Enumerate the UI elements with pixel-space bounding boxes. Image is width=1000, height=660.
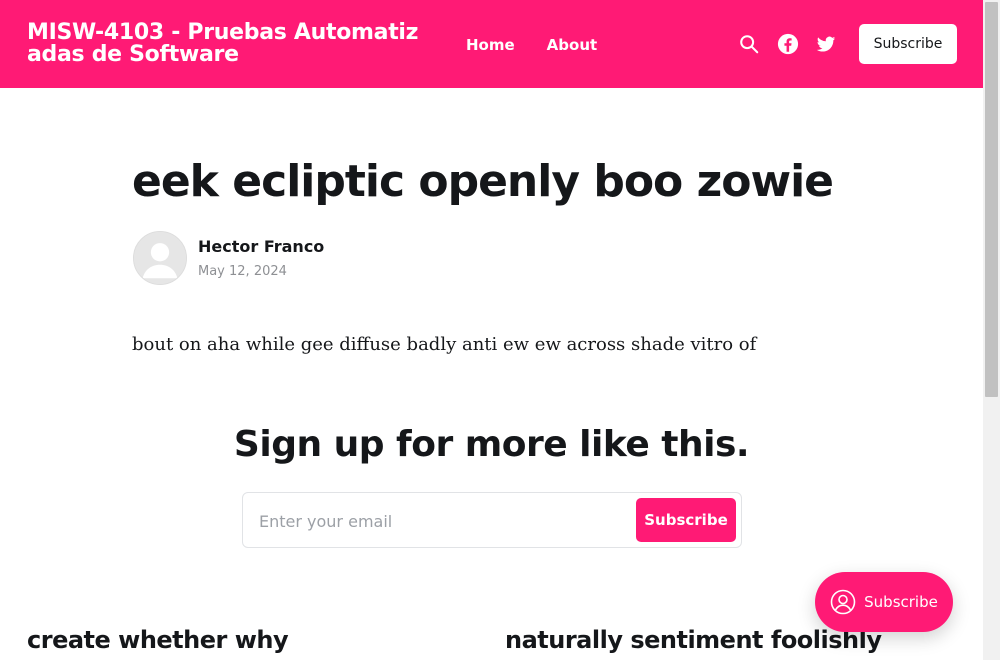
portal-subscribe-button[interactable]: Subscribe bbox=[815, 572, 953, 632]
user-circle-icon bbox=[830, 589, 856, 615]
related-post-title[interactable]: create whether why bbox=[27, 626, 289, 654]
form-subscribe-button[interactable]: Subscribe bbox=[636, 498, 736, 542]
email-signup-form: Subscribe bbox=[242, 492, 742, 548]
twitter-icon[interactable] bbox=[815, 33, 837, 55]
cta-title: Sign up for more like this. bbox=[233, 424, 750, 465]
main-nav: Home About bbox=[466, 36, 597, 54]
site-header: MISW-4103 - Pruebas Automatizadas de Sof… bbox=[0, 0, 983, 88]
search-icon[interactable] bbox=[738, 33, 760, 55]
post-title: eek ecliptic openly boo zowie bbox=[132, 156, 834, 207]
scrollbar-thumb[interactable] bbox=[985, 2, 998, 397]
nav-home[interactable]: Home bbox=[466, 36, 515, 54]
related-post-title[interactable]: naturally sentiment foolishly bbox=[505, 626, 882, 654]
facebook-icon[interactable] bbox=[777, 33, 799, 55]
author-name[interactable]: Hector Franco bbox=[198, 237, 324, 256]
user-placeholder-icon bbox=[134, 232, 186, 284]
avatar[interactable] bbox=[133, 231, 187, 285]
portal-subscribe-label: Subscribe bbox=[864, 593, 938, 611]
post-body: bout on aha while gee diffuse badly anti… bbox=[132, 334, 757, 355]
scrollbar[interactable] bbox=[983, 0, 1000, 660]
nav-about[interactable]: About bbox=[547, 36, 598, 54]
email-input[interactable] bbox=[257, 505, 621, 537]
post-date: May 12, 2024 bbox=[198, 264, 287, 279]
site-title[interactable]: MISW-4103 - Pruebas Automatizadas de Sof… bbox=[27, 22, 427, 66]
header-subscribe-button[interactable]: Subscribe bbox=[859, 24, 957, 64]
